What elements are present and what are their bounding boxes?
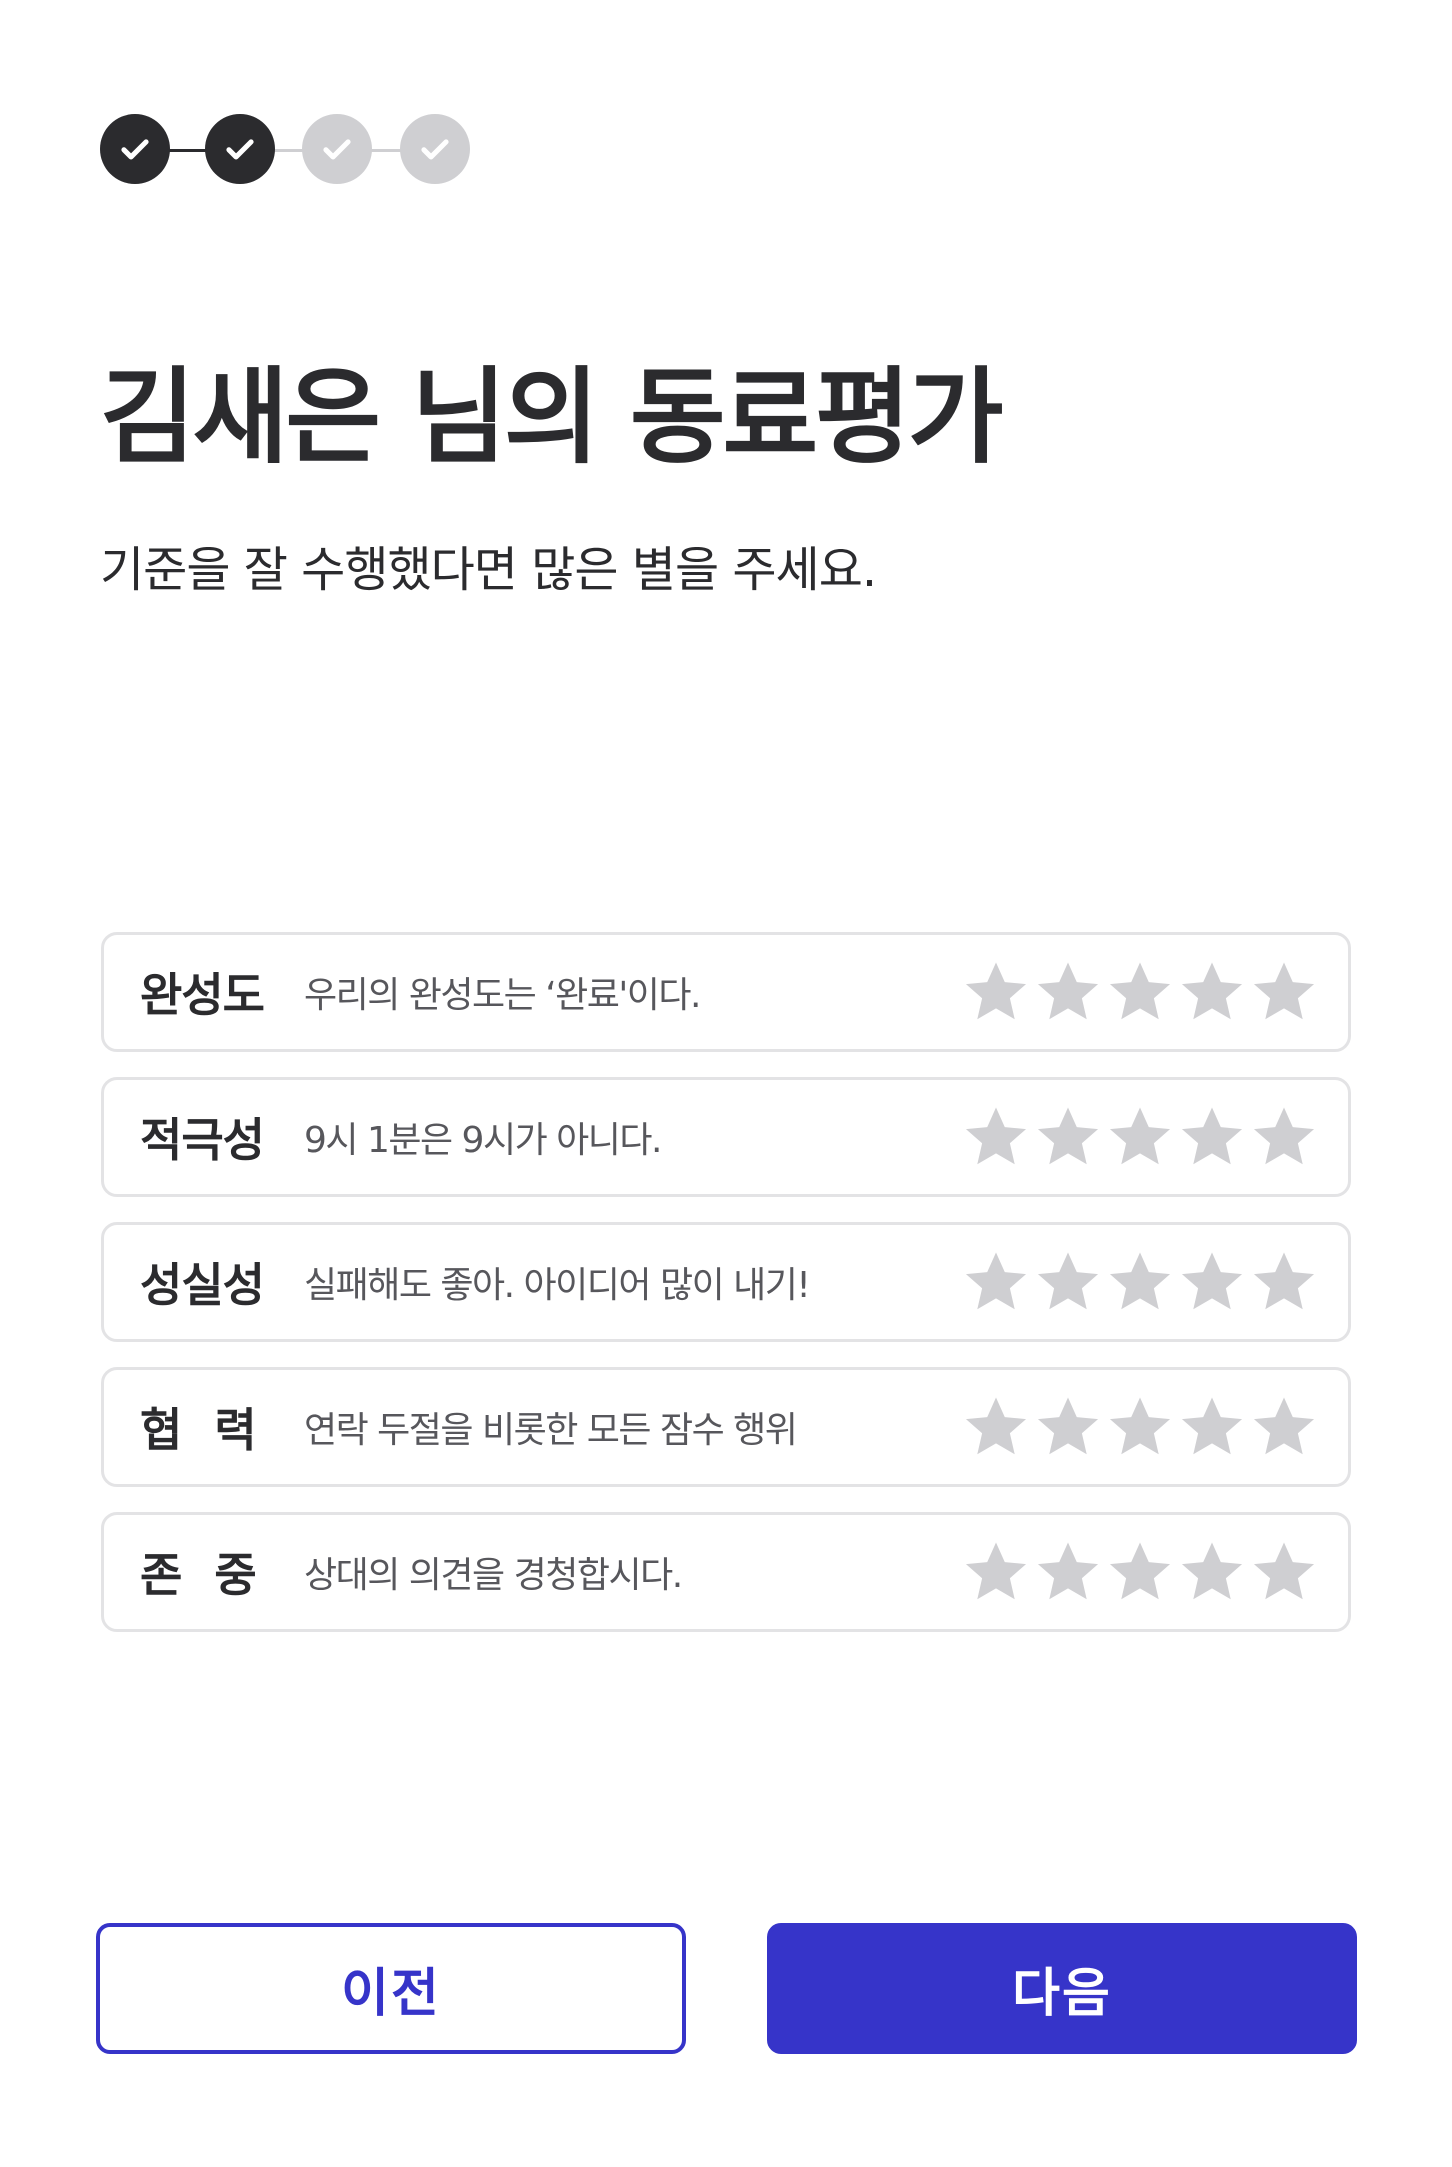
star-icon[interactable] <box>962 1393 1030 1461</box>
star-icon[interactable] <box>1250 1393 1318 1461</box>
criterion-card: 협력 연락 두절을 비롯한 모든 잠수 행위 <box>101 1367 1351 1487</box>
star-icon[interactable] <box>1034 1248 1102 1316</box>
check-icon <box>226 139 254 160</box>
prev-button[interactable]: 이전 <box>96 1923 686 2054</box>
star-icon[interactable] <box>1250 1103 1318 1171</box>
star-icon[interactable] <box>1034 1393 1102 1461</box>
star-icon[interactable] <box>1106 1248 1174 1316</box>
star-rating <box>962 1538 1318 1606</box>
criterion-card: 성실성 실패해도 좋아. 아이디어 많이 내기! <box>101 1222 1351 1342</box>
criterion-name: 적극성 <box>140 1113 265 1167</box>
star-rating <box>962 1393 1318 1461</box>
star-icon[interactable] <box>962 1248 1030 1316</box>
criterion-description: 연락 두절을 비롯한 모든 잠수 행위 <box>304 1410 798 1451</box>
star-icon[interactable] <box>1250 1538 1318 1606</box>
criterion-name: 협력 <box>140 1403 289 1457</box>
criteria-list: 완성도 우리의 완성도는 ‘완료'이다. 적극성 9시 1분은 9시가 아니다.… <box>101 932 1351 1657</box>
page-title: 김새은 님의 동료평가 <box>100 356 1004 478</box>
check-icon <box>121 139 149 160</box>
star-icon[interactable] <box>1178 1248 1246 1316</box>
criterion-name: 존중 <box>140 1548 289 1602</box>
stepper-step-4 <box>400 114 470 184</box>
star-icon[interactable] <box>1106 1538 1174 1606</box>
star-rating <box>962 958 1318 1026</box>
criterion-card: 존중 상대의 의견을 경청합시다. <box>101 1512 1351 1632</box>
star-icon[interactable] <box>1178 1103 1246 1171</box>
star-icon[interactable] <box>1106 1393 1174 1461</box>
star-rating <box>962 1248 1318 1316</box>
star-icon[interactable] <box>1178 958 1246 1026</box>
check-icon <box>421 139 449 160</box>
criterion-description: 상대의 의견을 경청합시다. <box>304 1555 683 1596</box>
criterion-name: 성실성 <box>140 1258 265 1312</box>
criterion-description: 우리의 완성도는 ‘완료'이다. <box>304 975 702 1016</box>
criterion-name: 완성도 <box>140 968 265 1022</box>
progress-stepper <box>100 114 472 186</box>
star-icon[interactable] <box>962 1538 1030 1606</box>
star-icon[interactable] <box>1034 1103 1102 1171</box>
star-icon[interactable] <box>1178 1538 1246 1606</box>
criterion-description: 9시 1분은 9시가 아니다. <box>304 1120 662 1161</box>
star-icon[interactable] <box>1250 958 1318 1026</box>
criterion-card: 완성도 우리의 완성도는 ‘완료'이다. <box>101 932 1351 1052</box>
criterion-description: 실패해도 좋아. 아이디어 많이 내기! <box>304 1265 811 1306</box>
stepper-step-2 <box>205 114 275 184</box>
star-icon[interactable] <box>1106 1103 1174 1171</box>
star-icon[interactable] <box>1106 958 1174 1026</box>
stepper-step-3 <box>302 114 372 184</box>
star-icon[interactable] <box>1034 958 1102 1026</box>
criterion-card: 적극성 9시 1분은 9시가 아니다. <box>101 1077 1351 1197</box>
next-button[interactable]: 다음 <box>767 1923 1357 2054</box>
star-icon[interactable] <box>962 958 1030 1026</box>
stepper-step-1 <box>100 114 170 184</box>
star-icon[interactable] <box>962 1103 1030 1171</box>
check-icon <box>323 139 351 160</box>
star-icon[interactable] <box>1034 1538 1102 1606</box>
star-rating <box>962 1103 1318 1171</box>
page-subtitle: 기준을 잘 수행했다면 많은 별을 주세요. <box>100 542 877 598</box>
star-icon[interactable] <box>1250 1248 1318 1316</box>
star-icon[interactable] <box>1178 1393 1246 1461</box>
